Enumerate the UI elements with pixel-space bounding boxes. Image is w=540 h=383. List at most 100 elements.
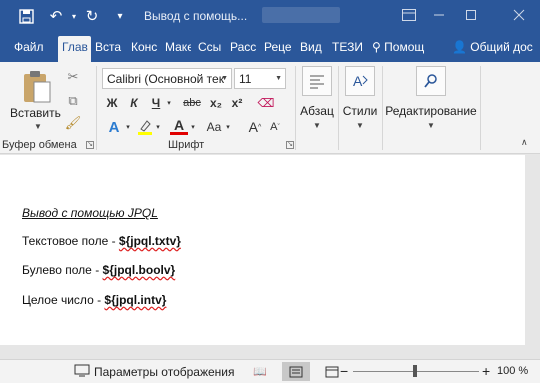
search-icon: ⚲ bbox=[372, 40, 381, 54]
ribbon-display-options-icon[interactable] bbox=[398, 4, 420, 26]
close-icon[interactable] bbox=[508, 4, 530, 26]
shrink-font-button[interactable]: Aˇ bbox=[268, 117, 282, 137]
zoom-out-button[interactable]: − bbox=[340, 363, 348, 379]
share-label: Общий дос bbox=[470, 40, 533, 54]
ribbon: Вставить ▼ ✂ ⧉ 🖌 Буфер обмена ↘ Calibri … bbox=[0, 62, 540, 154]
highlight-icon[interactable] bbox=[136, 117, 154, 137]
styles-button[interactable]: A Стили ▼ bbox=[340, 66, 380, 130]
group-divider bbox=[96, 66, 97, 150]
document-line: Целое число - ${jpql.intv} bbox=[22, 293, 166, 307]
chevron-down-icon: ▼ bbox=[356, 121, 364, 130]
collapse-ribbon-icon[interactable]: ∧ bbox=[521, 137, 528, 148]
text-effects-button[interactable]: A bbox=[104, 117, 124, 137]
font-name-input[interactable]: Calibri (Основной тек ▼ bbox=[102, 68, 232, 89]
styles-icon: A bbox=[345, 66, 375, 96]
svg-text:A: A bbox=[353, 73, 363, 89]
change-case-button[interactable]: Aa bbox=[204, 117, 224, 137]
share-button[interactable]: 👤 Общий дос bbox=[452, 40, 533, 54]
ribbon-tabs: Файл Глав Вста Конс Маке Ссы Расс Реце В… bbox=[0, 32, 540, 62]
underline-dropdown-icon[interactable]: ▾ bbox=[164, 93, 174, 113]
tab-file[interactable]: Файл bbox=[14, 40, 44, 54]
tab-view[interactable]: Вид bbox=[300, 40, 326, 54]
group-divider bbox=[295, 66, 296, 150]
paragraph-button[interactable]: Абзац ▼ bbox=[298, 66, 336, 130]
shrink-font-label: A bbox=[270, 121, 278, 133]
font-launcher-icon[interactable]: ↘ bbox=[286, 141, 294, 149]
font-color-dropdown-icon[interactable]: ▾ bbox=[189, 117, 197, 137]
tab-home[interactable]: Глав bbox=[58, 36, 91, 62]
display-settings-icon bbox=[74, 364, 90, 380]
tab-tezis[interactable]: ТЕЗИ bbox=[332, 40, 362, 54]
font-group-label: Шрифт bbox=[168, 139, 205, 151]
display-settings-label: Параметры отображения bbox=[94, 365, 235, 379]
tab-insert[interactable]: Вста bbox=[95, 40, 124, 54]
undo-dropdown-icon[interactable]: ▾ bbox=[64, 6, 84, 26]
editing-button[interactable]: Редактирование ▼ bbox=[384, 66, 478, 130]
print-layout-icon[interactable] bbox=[282, 362, 310, 381]
change-case-dropdown-icon[interactable]: ▾ bbox=[224, 117, 232, 137]
status-bar: Параметры отображения 📖 − + 100 % bbox=[0, 359, 540, 383]
format-painter-icon[interactable]: 🖌 bbox=[64, 114, 82, 132]
zoom-level[interactable]: 100 % bbox=[497, 365, 528, 377]
zoom-slider-thumb[interactable] bbox=[413, 365, 417, 377]
zoom-in-button[interactable]: + bbox=[482, 363, 490, 379]
text-effects-dropdown-icon[interactable]: ▾ bbox=[124, 117, 132, 137]
tab-references[interactable]: Ссы bbox=[198, 40, 224, 54]
tab-design[interactable]: Конс bbox=[131, 40, 159, 54]
tell-me-label: Помощ bbox=[384, 40, 425, 54]
undo-icon[interactable]: ↶ bbox=[46, 6, 66, 26]
document-page[interactable]: Вывод с помощью JPQL Текстовое поле - ${… bbox=[0, 155, 525, 345]
clear-formatting-icon[interactable]: ⌫ bbox=[256, 93, 276, 113]
template-field: ${jpql.intv} bbox=[104, 293, 167, 307]
tell-me-box[interactable]: ⚲ Помощ bbox=[372, 40, 424, 54]
copy-icon[interactable]: ⧉ bbox=[64, 92, 82, 110]
paste-icon[interactable] bbox=[22, 70, 52, 106]
italic-button[interactable]: К bbox=[126, 93, 142, 113]
paragraph-icon bbox=[302, 66, 332, 96]
customize-quick-access-icon[interactable]: ▾ bbox=[110, 6, 130, 26]
font-size-input[interactable]: 11 ▼ bbox=[234, 68, 286, 89]
minimize-icon[interactable] bbox=[428, 4, 450, 26]
maximize-icon[interactable] bbox=[460, 4, 482, 26]
document-title: Вывод с помощь... bbox=[144, 9, 248, 23]
chevron-down-icon: ▼ bbox=[221, 75, 228, 82]
strikethrough-button[interactable]: abc bbox=[181, 93, 203, 113]
bold-button[interactable]: Ж bbox=[104, 93, 120, 113]
chevron-down-icon: ▼ bbox=[313, 121, 321, 130]
paragraph-label: Абзац bbox=[300, 104, 334, 118]
redo-icon[interactable]: ↻ bbox=[82, 6, 102, 26]
paste-dropdown-icon[interactable]: ▼ bbox=[34, 122, 42, 131]
template-field: ${jpql.boolv} bbox=[102, 263, 176, 277]
tab-review[interactable]: Реце bbox=[264, 40, 294, 54]
font-size-value: 11 bbox=[239, 72, 252, 86]
tab-layout[interactable]: Маке bbox=[165, 40, 191, 54]
clipboard-launcher-icon[interactable]: ↘ bbox=[86, 141, 94, 149]
font-color-button[interactable]: A bbox=[170, 117, 188, 135]
font-name-value: Calibri (Основной тек bbox=[107, 72, 224, 86]
line-label: Целое число - bbox=[22, 293, 105, 307]
styles-label: Стили bbox=[342, 104, 378, 118]
grow-font-label: A bbox=[248, 119, 259, 135]
line-label: Текстовое поле - bbox=[22, 234, 119, 248]
superscript-button[interactable]: x² bbox=[228, 93, 246, 113]
read-mode-icon[interactable]: 📖 bbox=[246, 362, 274, 381]
tab-mailings[interactable]: Расс bbox=[230, 40, 258, 54]
chevron-down-icon: ▼ bbox=[275, 75, 282, 82]
person-icon: 👤 bbox=[452, 40, 467, 54]
underline-button[interactable]: Ч bbox=[148, 93, 164, 113]
paste-label[interactable]: Вставить bbox=[10, 106, 61, 120]
editing-search-icon bbox=[416, 66, 446, 96]
chevron-down-icon: ▼ bbox=[427, 121, 435, 130]
highlight-dropdown-icon[interactable]: ▾ bbox=[154, 117, 162, 137]
editing-label: Редактирование bbox=[385, 104, 477, 118]
grow-font-button[interactable]: A ^ bbox=[248, 117, 262, 137]
subscript-button[interactable]: x₂ bbox=[207, 93, 225, 113]
display-settings-button[interactable]: Параметры отображения bbox=[74, 364, 235, 380]
document-line: Текстовое поле - ${jpql.txtv} bbox=[22, 234, 181, 248]
cut-icon[interactable]: ✂ bbox=[64, 68, 82, 86]
clipboard-group-label: Буфер обмена bbox=[2, 139, 77, 151]
document-heading: Вывод с помощью JPQL bbox=[22, 206, 158, 220]
group-divider bbox=[338, 66, 339, 150]
line-label: Булево поле - bbox=[22, 263, 103, 277]
save-icon[interactable] bbox=[16, 6, 36, 26]
